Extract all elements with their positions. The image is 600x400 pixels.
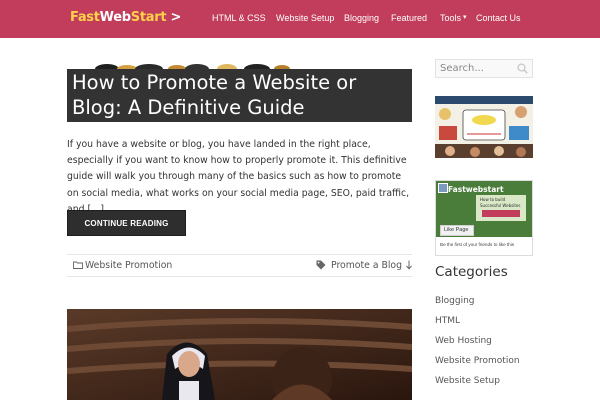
next-post-image[interactable]	[67, 309, 412, 400]
facebook-like-button[interactable]: Like Page	[440, 225, 474, 236]
tag-icon	[316, 260, 326, 270]
sidebar-promo-image[interactable]	[435, 96, 533, 158]
nav-item-website-setup[interactable]: Website Setup	[276, 13, 334, 23]
nav-item-blogging[interactable]: Blogging	[344, 13, 379, 23]
categories-heading: Categories	[435, 264, 508, 280]
logo-part-fast: Fast	[70, 10, 100, 25]
nav-item-tools-label: Tools	[440, 13, 462, 23]
category-link-website-setup[interactable]: Website Setup	[435, 376, 500, 386]
continue-reading-button[interactable]: CONTINUE READING	[67, 210, 186, 236]
logo-part-arrow: >	[166, 10, 182, 25]
chevron-down-icon: ▾	[463, 14, 467, 21]
svg-text:How to build: How to build	[480, 197, 506, 202]
folder-icon	[73, 261, 83, 269]
facebook-friends-text: Be the first of your friends to like thi…	[440, 242, 515, 247]
facebook-page-name[interactable]: Fastwebstart	[448, 185, 504, 194]
facebook-page-widget[interactable]: How to build Successful Websites Fastweb…	[435, 180, 533, 256]
post-title-box[interactable]: How to Promote a Website or Blog: A Defi…	[67, 69, 412, 122]
post-tag-link[interactable]: Promote a Blog	[331, 260, 402, 271]
post-excerpt: If you have a website or blog, you have …	[67, 139, 410, 215]
meta-divider-bottom	[67, 276, 412, 277]
search-input[interactable]: Search...	[440, 63, 484, 74]
facebook-cover-image: How to build Successful Websites Fastweb…	[436, 181, 532, 237]
site-logo[interactable]: FastWebStart >	[70, 10, 181, 25]
nav-item-html-css[interactable]: HTML & CSS	[212, 13, 266, 23]
search-icon[interactable]	[517, 63, 528, 74]
category-link-html[interactable]: HTML	[435, 316, 460, 326]
site-header: FastWebStart > HTML & CSS Website Setup …	[0, 0, 600, 38]
nav-item-contact-us[interactable]: Contact Us	[476, 13, 521, 23]
facebook-like-label: Like Page	[444, 227, 469, 233]
category-link-blogging[interactable]: Blogging	[435, 296, 475, 306]
nav-item-tools[interactable]: Tools ▾	[440, 13, 467, 23]
post-category-link[interactable]: Website Promotion	[85, 260, 172, 271]
nav-item-featured[interactable]: Featured	[391, 13, 427, 23]
logo-part-start: Start	[130, 10, 167, 25]
category-link-website-promotion[interactable]: Website Promotion	[435, 356, 520, 366]
category-link-web-hosting[interactable]: Web Hosting	[435, 336, 492, 346]
arrow-down-icon[interactable]	[405, 260, 413, 270]
svg-text:Successful Websites: Successful Websites	[480, 203, 520, 208]
post-title[interactable]: How to Promote a Website or Blog: A Defi…	[72, 70, 407, 120]
meta-divider-top	[67, 254, 412, 255]
logo-part-web: Web	[99, 10, 131, 25]
search-box[interactable]: Search...	[435, 59, 533, 78]
